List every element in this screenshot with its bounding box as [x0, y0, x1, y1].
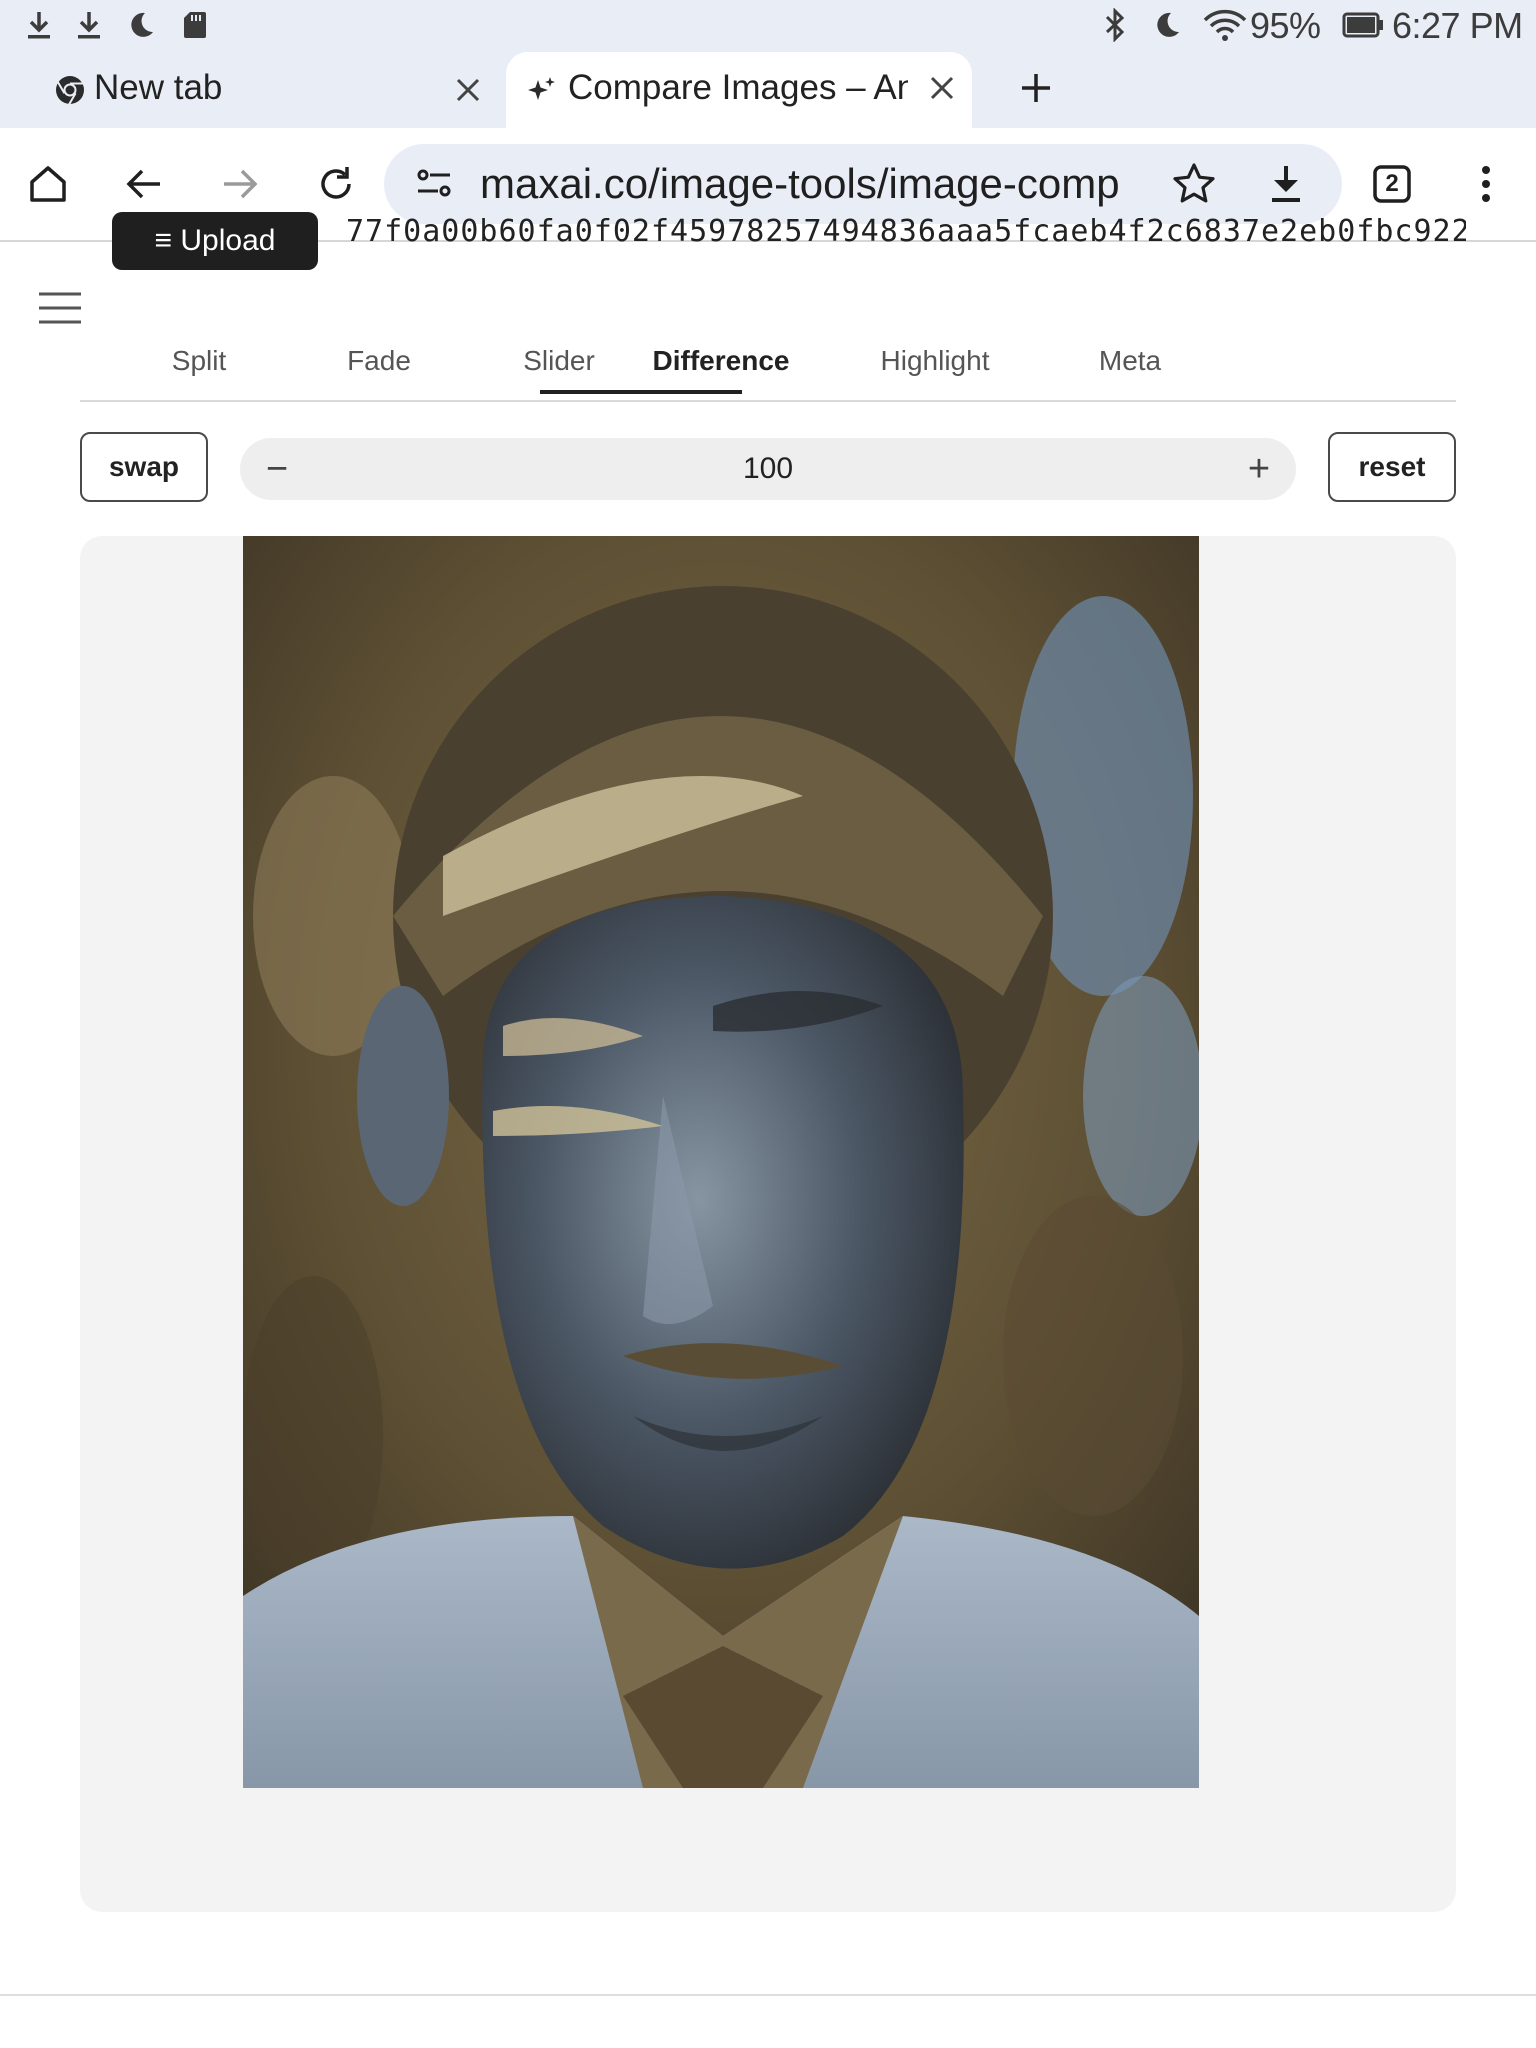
divider [0, 1994, 1536, 1996]
tab-title: New tab [94, 68, 223, 107]
compare-mode-tabs: Split Fade Slider Difference Highlight M… [80, 322, 1456, 402]
close-icon[interactable] [920, 66, 964, 110]
download-icon [22, 8, 56, 42]
wifi-icon [1202, 8, 1248, 42]
tab-split[interactable]: Split [122, 322, 276, 400]
swap-button[interactable]: swap [80, 432, 208, 502]
hamburger-menu-icon[interactable] [36, 288, 84, 328]
star-icon[interactable] [1170, 160, 1218, 208]
tab-meta[interactable]: Meta [1040, 322, 1220, 400]
tab-fade[interactable]: Fade [302, 322, 456, 400]
home-icon[interactable] [12, 148, 84, 220]
comparison-canvas [80, 536, 1456, 1912]
back-arrow-icon[interactable] [108, 148, 180, 220]
chrome-icon [52, 72, 88, 108]
forward-arrow-icon[interactable] [204, 148, 276, 220]
download-icon[interactable] [1262, 160, 1310, 208]
url-text[interactable]: maxai.co/image-tools/image-comp [480, 144, 1120, 224]
tab-strip: New tab Compare Images – An [0, 52, 1536, 128]
sparkle-icon [526, 74, 558, 106]
tab-slider[interactable]: Slider [482, 322, 636, 400]
stepper-value[interactable]: 100 [240, 438, 1296, 500]
download-icon [72, 8, 106, 42]
minus-button[interactable]: − [252, 444, 302, 494]
moon-icon [1150, 8, 1184, 42]
tab-compare-images[interactable]: Compare Images – An [506, 52, 972, 128]
tab-new-tab[interactable]: New tab [0, 52, 500, 128]
moon-icon [124, 8, 158, 42]
more-menu-icon[interactable] [1450, 148, 1522, 220]
close-icon[interactable] [446, 68, 490, 112]
tab-switcher-button[interactable]: 2 [1356, 148, 1428, 220]
new-tab-plus-icon[interactable] [1014, 66, 1058, 110]
reload-icon[interactable] [300, 148, 372, 220]
battery-percent: 95% [1250, 5, 1321, 46]
image-hash-text: 77f0a00b60fa0f02f45978257494836aaa5fcaeb… [346, 214, 1466, 249]
upload-button[interactable]: ≡ Upload [112, 212, 318, 270]
bluetooth-icon [1098, 8, 1132, 42]
tab-count: 2 [1385, 170, 1399, 197]
tab-highlight[interactable]: Highlight [840, 322, 1030, 400]
active-tab-indicator [540, 390, 742, 394]
page-content: ≡ Upload 77f0a00b60fa0f02f45978257494836… [0, 212, 1536, 2048]
tab-title: Compare Images – An [568, 68, 908, 107]
status-bar: 95% 6:27 PM [0, 0, 1536, 52]
clock: 6:27 PM [1392, 5, 1523, 46]
plus-button[interactable]: + [1234, 444, 1284, 494]
address-bar[interactable]: maxai.co/image-tools/image-comp [384, 144, 1342, 224]
sd-card-icon [178, 8, 212, 42]
tab-difference[interactable]: Difference [620, 322, 822, 400]
difference-image [243, 536, 1199, 1788]
intensity-stepper: 100 − + [240, 438, 1296, 500]
upload-label: ≡ Upload [154, 224, 276, 257]
reset-button[interactable]: reset [1328, 432, 1456, 502]
site-settings-icon[interactable] [414, 164, 454, 204]
battery-icon [1342, 8, 1386, 42]
